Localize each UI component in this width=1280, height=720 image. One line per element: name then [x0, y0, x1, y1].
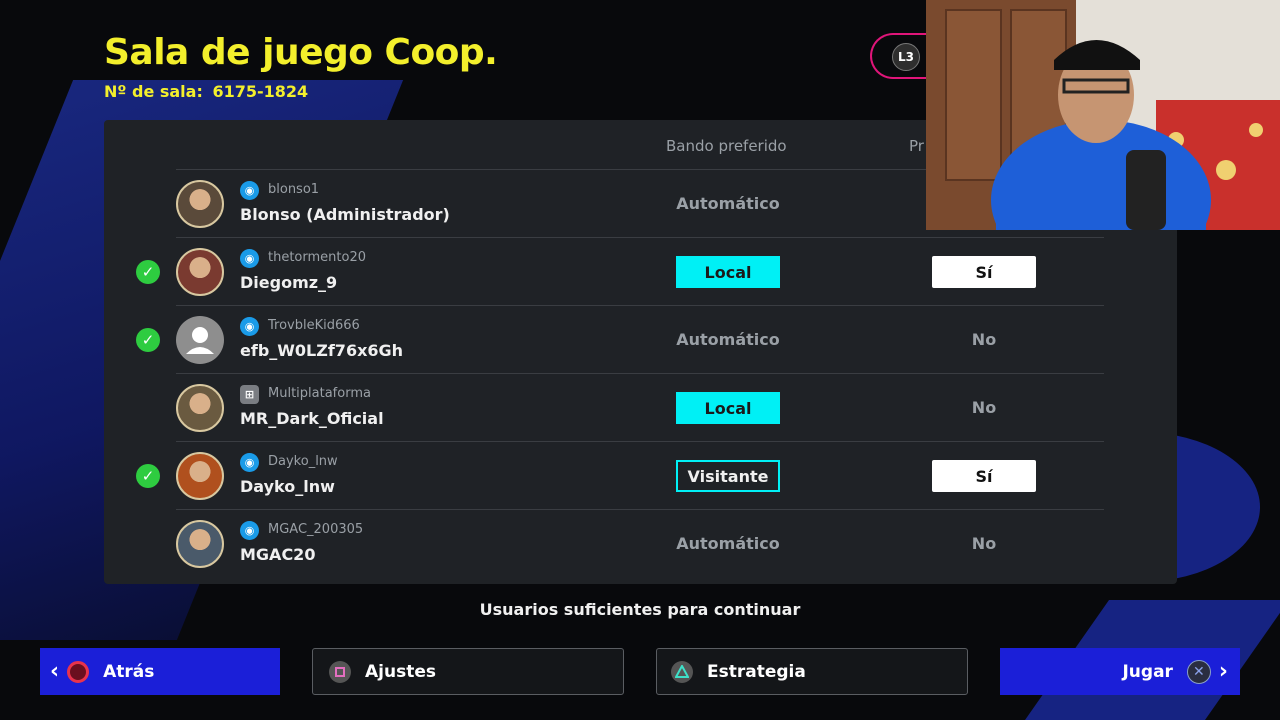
player-row[interactable]: ◉ MGAC_200305 MGAC20 Automático No — [104, 510, 1177, 578]
strategy-button[interactable]: Estrategia — [656, 648, 968, 695]
player-name: efb_W0LZf76x6Gh — [240, 341, 404, 360]
back-button-label: Atrás — [103, 661, 155, 682]
player-id: MGAC_200305 — [268, 522, 364, 537]
avatar — [176, 248, 224, 296]
player-row[interactable]: ⊞ Multiplataforma MR_Dark_Oficial Local No — [104, 374, 1177, 442]
playstation-icon: ◉ — [240, 521, 259, 540]
back-button[interactable]: ‹ Atrás — [40, 648, 280, 695]
player-row[interactable]: ✓ ◉ TrovbleKid666 efb_W0LZf76x6Gh Automático… — [104, 306, 1177, 374]
preferred-side[interactable]: Local — [676, 392, 780, 424]
room-number-label: Nº de sala: — [104, 82, 203, 101]
preference-value: No — [971, 330, 997, 349]
avatar — [176, 316, 224, 364]
player-id: Multiplataforma — [268, 386, 371, 401]
column-header-preference: Pr — [909, 137, 924, 155]
room-number: Nº de sala: 6175-1824 — [104, 82, 308, 101]
circle-button-icon — [67, 660, 90, 683]
player-id: Dayko_lnw — [268, 454, 338, 469]
preference-value: No — [971, 398, 997, 417]
crossplatform-icon: ⊞ — [240, 385, 259, 404]
strategy-button-label: Estrategia — [707, 661, 806, 682]
preference-value[interactable]: Sí — [932, 460, 1036, 492]
avatar — [176, 180, 224, 228]
avatar — [176, 384, 224, 432]
preference-value: No — [971, 534, 997, 553]
square-button-icon — [329, 660, 351, 683]
player-name: Blonso (Administrador) — [240, 205, 450, 224]
player-row[interactable]: ✓ ◉ Dayko_lnw Dayko_lnw Visitante Sí — [104, 442, 1177, 510]
player-name: Diegomz_9 — [240, 273, 338, 292]
webcam-overlay — [926, 0, 1280, 230]
chevron-left-icon: ‹ — [50, 659, 60, 684]
playstation-icon: ◉ — [240, 317, 259, 336]
chevron-right-icon: › — [1218, 659, 1228, 684]
preferred-side: Automático — [676, 534, 780, 553]
cross-button-icon: ✕ — [1186, 659, 1211, 684]
playstation-icon: ◉ — [240, 249, 259, 268]
player-id: blonso1 — [268, 182, 320, 197]
player-name: MR_Dark_Oficial — [240, 409, 384, 428]
playstation-icon: ◉ — [240, 181, 259, 200]
player-name: Dayko_lnw — [240, 477, 335, 496]
ready-check-icon: ✓ — [136, 328, 160, 352]
preferred-side[interactable]: Local — [676, 256, 780, 288]
play-button[interactable]: Jugar ✕ › — [1000, 648, 1240, 695]
column-header-side: Bando preferido — [666, 137, 787, 155]
player-name: MGAC20 — [240, 545, 316, 564]
settings-button[interactable]: Ajustes — [312, 648, 624, 695]
ready-check-icon: ✓ — [136, 464, 160, 488]
ready-check-icon: ✓ — [136, 260, 160, 284]
player-id: TrovbleKid666 — [268, 318, 360, 333]
avatar — [176, 452, 224, 500]
preferred-side[interactable]: Visitante — [676, 460, 780, 492]
settings-button-label: Ajustes — [365, 661, 436, 682]
playstation-icon: ◉ — [240, 453, 259, 472]
play-button-label: Jugar — [1122, 661, 1173, 682]
triangle-button-icon — [671, 660, 693, 683]
avatar — [176, 520, 224, 568]
player-id: thetormento20 — [268, 250, 366, 265]
player-row[interactable]: ✓ ◉ thetormento20 Diegomz_9 Local Sí — [104, 238, 1177, 306]
status-message: Usuarios suficientes para continuar — [479, 600, 801, 619]
room-number-value: 6175-1824 — [212, 82, 309, 101]
preference-value[interactable]: Sí — [932, 256, 1036, 288]
l3-button-icon[interactable]: L3 — [892, 43, 920, 71]
page-title: Sala de juego Coop. — [104, 32, 498, 73]
preferred-side: Automático — [676, 194, 780, 213]
preferred-side: Automático — [676, 330, 780, 349]
